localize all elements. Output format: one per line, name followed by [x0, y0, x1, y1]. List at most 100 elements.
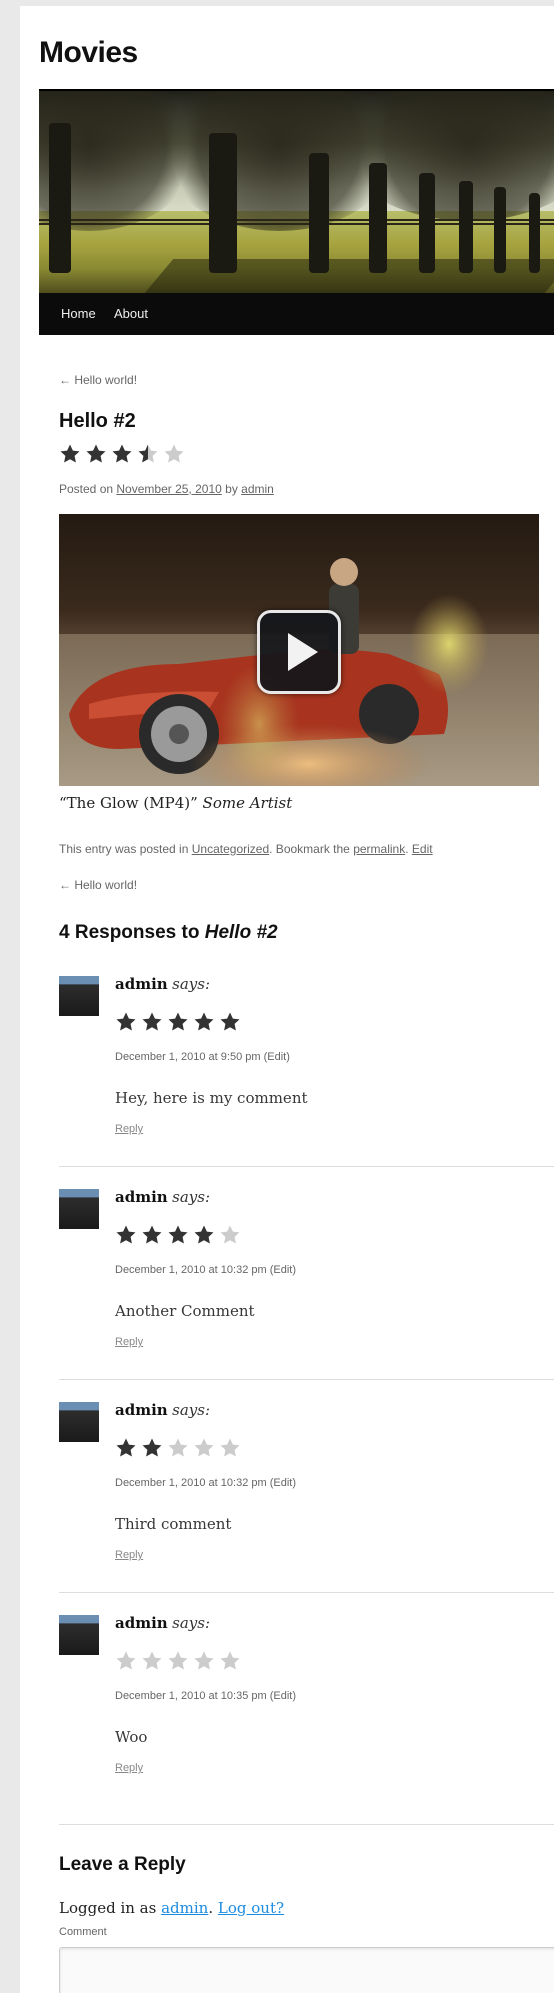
- comment-text: Hey, here is my comment: [115, 1089, 308, 1107]
- comment-avatar[interactable]: [59, 1402, 99, 1442]
- comments-heading-prefix: 4 Responses to: [59, 922, 200, 943]
- comment-textarea[interactable]: [59, 1947, 554, 1993]
- comment-author[interactable]: admin: [115, 1401, 168, 1419]
- nav-item-home[interactable]: Home: [61, 293, 96, 335]
- star-icon: [112, 444, 132, 463]
- comment-meta: December 1, 2010 at 10:32 pm (Edit): [115, 1264, 296, 1276]
- comment-text: Third comment: [115, 1515, 232, 1533]
- comment-rating-stars: [115, 1224, 241, 1246]
- reply-heading: Leave a Reply: [59, 1854, 186, 1875]
- video-caption-artist: Some Artist: [202, 794, 293, 812]
- comment-says: says:: [172, 1188, 211, 1206]
- logged-in-user-link[interactable]: admin: [161, 1899, 208, 1917]
- comment-datetime-link[interactable]: December 1, 2010 at 10:35 pm: [115, 1690, 267, 1702]
- star-icon: [60, 444, 80, 463]
- comment-author-line: admin says:: [115, 1614, 210, 1633]
- comment-author-line: admin says:: [115, 975, 210, 994]
- video-caption: “The Glow (MP4)” Some Artist: [59, 794, 292, 812]
- banner-tree-trunk: [49, 123, 71, 273]
- video-player[interactable]: [59, 514, 539, 786]
- comment-rating-stars: [115, 1011, 241, 1033]
- star-icon: [138, 444, 158, 463]
- comment-reply-link[interactable]: Reply: [115, 1336, 143, 1348]
- comment-author[interactable]: admin: [115, 1188, 168, 1206]
- post-title[interactable]: Hello #2: [59, 410, 136, 433]
- logged-in-prefix: Logged in as: [59, 1899, 157, 1917]
- comment-edit-link[interactable]: (Edit): [270, 1264, 296, 1276]
- star-icon: [168, 1438, 188, 1457]
- banner-tree-trunk: [309, 153, 329, 273]
- banner-tree-trunk: [459, 181, 473, 273]
- category-link[interactable]: Uncategorized: [192, 842, 269, 856]
- site-title[interactable]: Movies: [39, 36, 138, 70]
- comment-datetime-link[interactable]: December 1, 2010 at 10:32 pm: [115, 1264, 267, 1276]
- header-banner-image[interactable]: [39, 91, 554, 293]
- star-icon: [194, 1225, 214, 1244]
- star-icon: [194, 1438, 214, 1457]
- star-icon: [194, 1012, 214, 1031]
- star-icon: [164, 444, 184, 463]
- comment-reply-link[interactable]: Reply: [115, 1123, 143, 1135]
- star-icon: [220, 1225, 240, 1244]
- previous-post-link-top[interactable]: ← Hello world!: [59, 373, 137, 387]
- post-meta: Posted on November 25, 2010 by admin: [59, 482, 274, 496]
- comment-divider: [59, 1824, 554, 1825]
- star-icon: [142, 1225, 162, 1244]
- banner-tree-trunk: [369, 163, 387, 273]
- permalink-link[interactable]: permalink: [353, 842, 405, 856]
- comment-author-line: admin says:: [115, 1188, 210, 1207]
- comment-author[interactable]: admin: [115, 1614, 168, 1632]
- star-icon: [116, 1438, 136, 1457]
- comment-says: says:: [172, 975, 211, 993]
- post-rating-stars[interactable]: [59, 443, 185, 465]
- comment-divider: [59, 1379, 554, 1380]
- comment-datetime-link[interactable]: December 1, 2010 at 10:32 pm: [115, 1477, 267, 1489]
- comment-meta: December 1, 2010 at 9:50 pm (Edit): [115, 1051, 290, 1063]
- star-icon: [116, 1225, 136, 1244]
- comment-edit-link[interactable]: (Edit): [270, 1477, 296, 1489]
- comment-divider: [59, 1166, 554, 1167]
- star-icon: [116, 1012, 136, 1031]
- comment-field-label: Comment: [59, 1926, 107, 1938]
- edit-post-link[interactable]: Edit: [412, 842, 433, 856]
- comment-edit-link[interactable]: (Edit): [264, 1051, 290, 1063]
- star-icon: [142, 1012, 162, 1031]
- comment-reply-link[interactable]: Reply: [115, 1762, 143, 1774]
- star-icon: [168, 1651, 188, 1670]
- star-icon: [220, 1438, 240, 1457]
- logged-in-period: .: [208, 1899, 214, 1917]
- comment-meta: December 1, 2010 at 10:32 pm (Edit): [115, 1477, 296, 1489]
- comment-edit-link[interactable]: (Edit): [270, 1690, 296, 1702]
- post-footer-dot: .: [405, 842, 409, 856]
- comment-avatar[interactable]: [59, 1189, 99, 1229]
- video-caption-title: “The Glow (MP4)”: [59, 794, 198, 812]
- comment-meta: December 1, 2010 at 10:35 pm (Edit): [115, 1690, 296, 1702]
- logged-in-line: Logged in as admin. Log out?: [59, 1899, 284, 1917]
- comments-heading: 4 Responses to Hello #2: [59, 922, 278, 944]
- star-icon: [168, 1225, 188, 1244]
- logout-link[interactable]: Log out?: [218, 1899, 284, 1917]
- comment-says: says:: [172, 1614, 211, 1632]
- comment-avatar[interactable]: [59, 976, 99, 1016]
- post-author-link[interactable]: admin: [241, 482, 274, 496]
- comment-author[interactable]: admin: [115, 975, 168, 993]
- star-icon: [194, 1651, 214, 1670]
- comment-rating-stars: [115, 1650, 241, 1672]
- comment-datetime-link[interactable]: December 1, 2010 at 9:50 pm: [115, 1051, 261, 1063]
- comment-avatar[interactable]: [59, 1615, 99, 1655]
- previous-post-link-bottom[interactable]: ← Hello world!: [59, 878, 137, 892]
- post-footer-bookmark: . Bookmark the: [269, 842, 350, 856]
- page: Movies Home About ← Hello world! Hello #…: [20, 6, 554, 1993]
- banner-shadow: [144, 259, 554, 293]
- comment-text: Another Comment: [115, 1302, 255, 1320]
- post-date-link[interactable]: November 25, 2010: [116, 482, 221, 496]
- nav-item-about[interactable]: About: [114, 293, 148, 335]
- banner-tree-trunk: [494, 187, 506, 273]
- play-button[interactable]: [257, 610, 341, 694]
- star-icon: [142, 1651, 162, 1670]
- main-navigation: Home About: [39, 293, 554, 335]
- banner-tree-trunk: [529, 193, 540, 273]
- post-meta-prefix: Posted on: [59, 482, 114, 496]
- star-icon: [168, 1012, 188, 1031]
- comment-reply-link[interactable]: Reply: [115, 1549, 143, 1561]
